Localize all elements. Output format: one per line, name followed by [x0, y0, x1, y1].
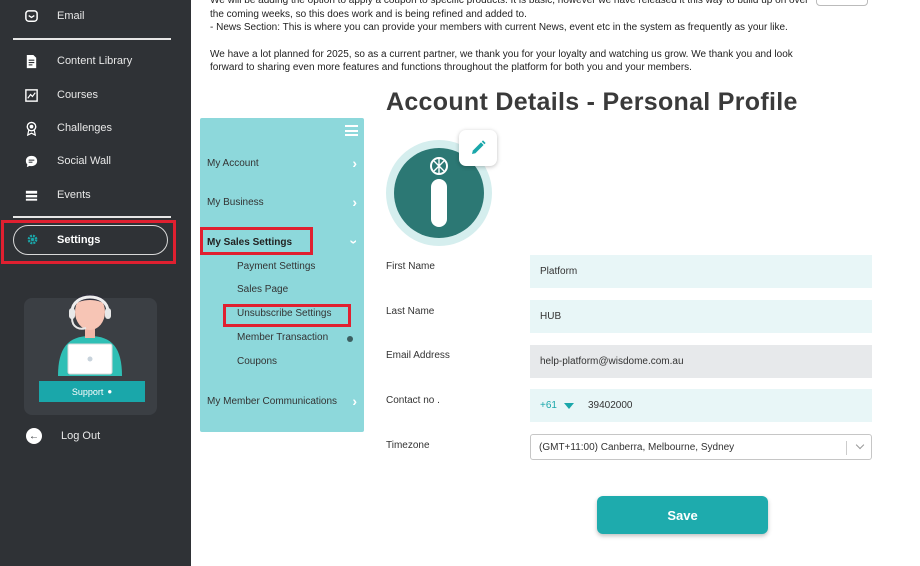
select-separator — [846, 441, 847, 455]
chevron-down-icon: › — [346, 239, 363, 245]
chevron-right-icon: › — [352, 393, 357, 409]
contact-label: Contact no . — [386, 395, 440, 406]
sidebar-item-challenges[interactable]: Challenges — [22, 119, 112, 137]
sidebar-divider — [13, 216, 171, 218]
submenu-item-my-account[interactable]: My Account › — [207, 155, 357, 171]
first-name-field[interactable]: Platform — [530, 255, 872, 288]
sidebar-item-email[interactable]: Email — [22, 7, 85, 25]
sidebar-item-courses[interactable]: Courses — [22, 86, 98, 104]
email-icon — [22, 7, 40, 25]
chevron-right-icon: › — [352, 194, 357, 210]
sidebar-item-label: Social Wall — [57, 155, 111, 167]
email-label: Email Address — [386, 350, 450, 361]
submenu-item-my-member-communications[interactable]: My Member Communications › — [207, 393, 357, 409]
settings-submenu: My Account › My Business › My Sales Sett… — [200, 118, 364, 432]
pencil-icon — [472, 140, 486, 154]
sidebar-item-label: Events — [57, 189, 91, 201]
timezone-select[interactable]: (GMT+11:00) Canberra, Melbourne, Sydney — [530, 434, 872, 460]
sidebar-item-label: Courses — [57, 89, 98, 101]
email-field: help-platform@wisdome.com.au — [530, 345, 872, 378]
chevron-right-icon: › — [352, 155, 357, 171]
sidebar-divider — [13, 38, 171, 40]
sidebar-item-label: Challenges — [57, 122, 113, 134]
events-icon — [22, 186, 40, 204]
logout-button[interactable]: ← Log Out — [26, 428, 100, 444]
logout-icon: ← — [26, 428, 42, 444]
submenu-item-my-business[interactable]: My Business › — [207, 194, 357, 210]
sidebar-item-events[interactable]: Events — [22, 186, 91, 204]
submenu-item-payment-settings[interactable]: Payment Settings — [237, 261, 315, 272]
gear-icon — [26, 233, 40, 247]
announcement-line: We will be adding the option to apply a … — [210, 0, 809, 20]
support-agent-illustration — [58, 294, 122, 376]
timezone-value: (GMT+11:00) Canberra, Melbourne, Sydney — [539, 441, 735, 453]
submenu-label: My Account — [207, 157, 259, 169]
sidebar-item-label: Email — [57, 10, 85, 22]
country-code[interactable]: +61 — [540, 400, 564, 411]
announcement-line: We have a lot planned for 2025, so as a … — [210, 48, 793, 74]
last-name-label: Last Name — [386, 306, 435, 317]
submenu-item-member-transaction[interactable]: Member Transaction — [237, 332, 328, 343]
submenu-item-coupons[interactable]: Coupons — [237, 356, 277, 367]
support-label: Support — [71, 386, 104, 397]
chat-bubble-icon: ● — [107, 387, 113, 396]
last-name-field[interactable]: HUB — [530, 300, 872, 333]
sidebar: Email Content Library Courses Challenges… — [0, 0, 191, 566]
submenu-item-sales-page[interactable]: Sales Page — [237, 284, 288, 295]
announcement-text: We will be adding the option to apply a … — [210, 0, 810, 88]
logout-label: Log Out — [61, 430, 101, 442]
page-title: Account Details - Personal Profile — [386, 88, 798, 116]
sidebar-item-label: Settings — [57, 234, 101, 246]
active-dot — [347, 336, 353, 342]
phone-number[interactable]: 39402000 — [588, 400, 633, 411]
sales-settings-highlight-box — [200, 227, 313, 255]
submenu-label: My Member Communications — [207, 395, 338, 407]
courses-icon — [22, 86, 40, 104]
sidebar-item-social-wall[interactable]: Social Wall — [22, 152, 111, 170]
support-card: Support ● — [24, 294, 157, 415]
timezone-label: Timezone — [386, 440, 430, 451]
award-icon — [22, 119, 40, 137]
save-button[interactable]: Save — [597, 496, 768, 534]
sidebar-item-settings[interactable]: Settings — [13, 225, 168, 255]
chat-icon — [22, 152, 40, 170]
sidebar-item-label: Content Library — [57, 55, 133, 67]
support-button[interactable]: Support ● — [39, 381, 145, 402]
unsubscribe-highlight-box — [223, 304, 351, 327]
chevron-down-icon — [855, 440, 865, 450]
announcement-paragraph: We will be adding the option to apply a … — [210, 0, 810, 35]
edit-avatar-button[interactable] — [459, 130, 497, 166]
top-right-button[interactable] — [816, 0, 868, 6]
document-icon — [22, 52, 40, 70]
contact-field[interactable]: +61 39402000 — [530, 389, 872, 422]
announcement-line: - News Section: This is where you can pr… — [210, 22, 788, 33]
submenu-label: My Business — [207, 196, 264, 208]
first-name-label: First Name — [386, 261, 435, 272]
hamburger-menu-icon[interactable] — [345, 125, 358, 136]
caret-down-icon[interactable] — [564, 402, 574, 409]
sidebar-item-content-library[interactable]: Content Library — [22, 52, 132, 70]
